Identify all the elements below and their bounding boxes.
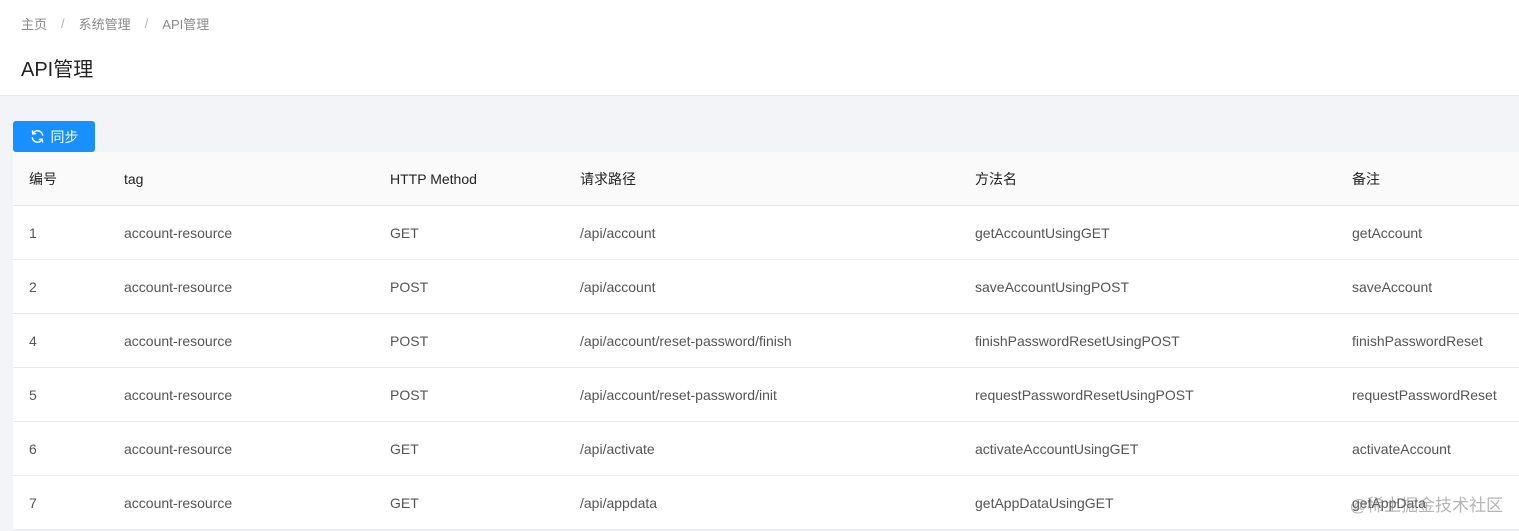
cell-id: 2 <box>29 278 37 295</box>
cell-tag: account-resource <box>124 440 233 457</box>
cell-http-method: POST <box>390 332 429 349</box>
cell-id: 5 <box>29 386 37 403</box>
breadcrumb-home[interactable]: 主页 <box>21 14 47 33</box>
cell-id: 1 <box>29 224 37 241</box>
cell-path: /api/account <box>580 278 656 295</box>
cell-path: /api/appdata <box>580 494 658 511</box>
column-header-path[interactable]: 请求路径 <box>564 169 959 189</box>
cell-http-method: GET <box>390 224 419 241</box>
cell-remark: finishPasswordReset <box>1352 332 1483 349</box>
table-row[interactable]: 5 account-resource POST /api/account/res… <box>13 368 1519 422</box>
page-header: 主页 / 系统管理 / API管理 API管理 <box>0 0 1519 96</box>
main-content: 同步 编号 tag HTTP Method 请求路径 方法名 备注 1 acco… <box>0 96 1519 530</box>
cell-id: 7 <box>29 494 37 511</box>
cell-method-name: activateAccountUsingGET <box>975 440 1139 457</box>
table-row[interactable]: 1 account-resource GET /api/account getA… <box>13 206 1519 260</box>
breadcrumb-separator: / <box>61 16 65 31</box>
column-header-http-method[interactable]: HTTP Method <box>374 171 564 187</box>
cell-method-name: saveAccountUsingPOST <box>975 278 1130 295</box>
table-row[interactable]: 7 account-resource GET /api/appdata getA… <box>13 476 1519 530</box>
table-header-row: 编号 tag HTTP Method 请求路径 方法名 备注 <box>13 152 1519 206</box>
refresh-icon <box>31 130 43 143</box>
cell-tag: account-resource <box>124 224 233 241</box>
breadcrumb-system[interactable]: 系统管理 <box>79 14 131 33</box>
table-row[interactable]: 4 account-resource POST /api/account/res… <box>13 314 1519 368</box>
cell-id: 4 <box>29 332 37 349</box>
column-header-remark[interactable]: 备注 <box>1336 169 1519 189</box>
cell-tag: account-resource <box>124 332 233 349</box>
cell-method-name: requestPasswordResetUsingPOST <box>975 386 1194 403</box>
page-title: API管理 <box>21 59 94 81</box>
breadcrumb-separator: / <box>144 16 149 31</box>
cell-http-method: POST <box>390 278 429 295</box>
cell-remark: activateAccount <box>1352 440 1451 457</box>
column-header-method-name[interactable]: 方法名 <box>959 169 1336 189</box>
cell-path: /api/account/reset-password/init <box>580 386 777 403</box>
cell-method-name: finishPasswordResetUsingPOST <box>975 332 1180 349</box>
table-row[interactable]: 2 account-resource POST /api/account sav… <box>13 260 1519 314</box>
sync-button-label: 同步 <box>50 128 79 145</box>
cell-tag: account-resource <box>124 386 233 403</box>
cell-id: 6 <box>29 440 37 457</box>
watermark: @稀土掘金技术社区 <box>1349 496 1503 515</box>
table-row[interactable]: 6 account-resource GET /api/activate act… <box>13 422 1519 476</box>
cell-tag: account-resource <box>124 494 233 511</box>
cell-method-name: getAppDataUsingGET <box>975 494 1114 511</box>
cell-method-name: getAccountUsingGET <box>975 224 1110 241</box>
cell-path: /api/activate <box>580 440 655 457</box>
cell-remark: requestPasswordReset <box>1352 386 1497 403</box>
cell-http-method: POST <box>390 386 429 403</box>
column-header-id[interactable]: 编号 <box>13 169 108 189</box>
api-table: 编号 tag HTTP Method 请求路径 方法名 备注 1 account… <box>13 152 1519 530</box>
sync-button[interactable]: 同步 <box>13 121 95 152</box>
breadcrumb: 主页 / 系统管理 / API管理 <box>21 14 209 33</box>
cell-path: /api/account <box>580 224 656 241</box>
cell-remark: getAccount <box>1352 224 1423 241</box>
cell-path: /api/account/reset-password/finish <box>580 332 792 349</box>
column-header-tag[interactable]: tag <box>108 171 374 187</box>
cell-http-method: GET <box>390 440 419 457</box>
cell-tag: account-resource <box>124 278 233 295</box>
cell-remark: saveAccount <box>1352 278 1433 295</box>
cell-http-method: GET <box>390 494 419 511</box>
breadcrumb-current: API管理 <box>162 17 210 32</box>
